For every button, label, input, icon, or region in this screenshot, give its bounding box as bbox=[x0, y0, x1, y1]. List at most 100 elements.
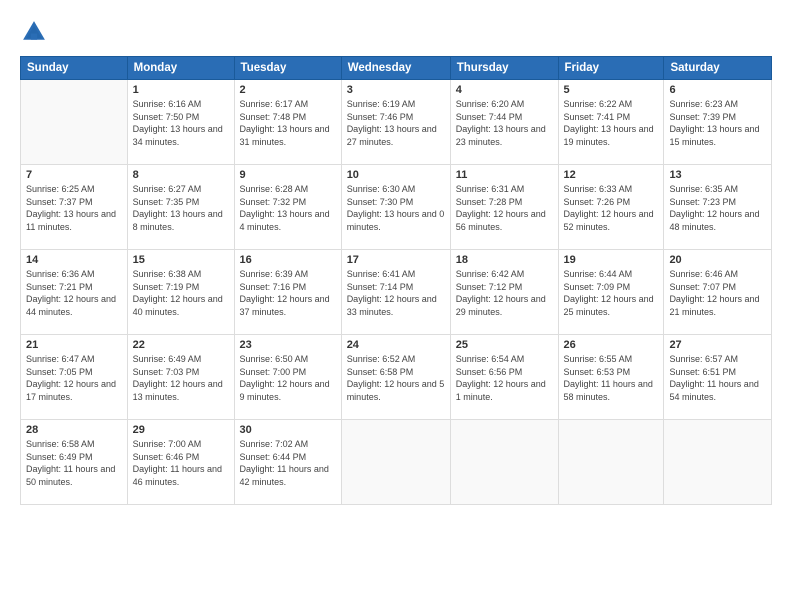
weekday-header: Thursday bbox=[450, 57, 558, 80]
weekday-header: Saturday bbox=[664, 57, 772, 80]
day-number: 3 bbox=[347, 84, 445, 96]
calendar-day-cell: 17 Sunrise: 6:41 AMSunset: 7:14 PMDayligh… bbox=[341, 250, 450, 335]
day-number: 13 bbox=[669, 169, 766, 181]
day-number: 17 bbox=[347, 254, 445, 266]
day-number: 10 bbox=[347, 169, 445, 181]
day-info: Sunrise: 6:35 AMSunset: 7:23 PMDaylight:… bbox=[669, 183, 766, 233]
day-info: Sunrise: 6:16 AMSunset: 7:50 PMDaylight:… bbox=[133, 98, 229, 148]
day-number: 16 bbox=[240, 254, 336, 266]
calendar-day-cell: 2 Sunrise: 6:17 AMSunset: 7:48 PMDaylight… bbox=[234, 80, 341, 165]
calendar-day-cell: 25 Sunrise: 6:54 AMSunset: 6:56 PMDayligh… bbox=[450, 335, 558, 420]
day-info: Sunrise: 6:58 AMSunset: 6:49 PMDaylight:… bbox=[26, 438, 122, 488]
weekday-header: Friday bbox=[558, 57, 664, 80]
calendar-day-cell: 21 Sunrise: 6:47 AMSunset: 7:05 PMDayligh… bbox=[21, 335, 128, 420]
calendar-day-cell: 13 Sunrise: 6:35 AMSunset: 7:23 PMDayligh… bbox=[664, 165, 772, 250]
calendar-day-cell: 8 Sunrise: 6:27 AMSunset: 7:35 PMDaylight… bbox=[127, 165, 234, 250]
day-info: Sunrise: 6:17 AMSunset: 7:48 PMDaylight:… bbox=[240, 98, 336, 148]
calendar-day-cell: 6Sunrise: 6:23 AMSunset: 7:39 PMDaylight… bbox=[664, 80, 772, 165]
calendar-day-cell bbox=[21, 80, 128, 165]
day-number: 8 bbox=[133, 169, 229, 181]
calendar-day-cell: 3 Sunrise: 6:19 AMSunset: 7:46 PMDaylight… bbox=[341, 80, 450, 165]
day-info: Sunrise: 6:31 AMSunset: 7:28 PMDaylight:… bbox=[456, 183, 553, 233]
weekday-header: Wednesday bbox=[341, 57, 450, 80]
calendar-day-cell bbox=[450, 420, 558, 505]
calendar-week-row: 28 Sunrise: 6:58 AMSunset: 6:49 PMDayligh… bbox=[21, 420, 772, 505]
calendar-day-cell: 5Sunrise: 6:22 AMSunset: 7:41 PMDaylight… bbox=[558, 80, 664, 165]
day-number: 7 bbox=[26, 169, 122, 181]
day-info: Sunrise: 6:19 AMSunset: 7:46 PMDaylight:… bbox=[347, 98, 445, 148]
day-number: 26 bbox=[564, 339, 659, 351]
day-info: Sunrise: 6:30 AMSunset: 7:30 PMDaylight:… bbox=[347, 183, 445, 233]
calendar-day-cell: 19 Sunrise: 6:44 AMSunset: 7:09 PMDayligh… bbox=[558, 250, 664, 335]
calendar-day-cell: 1 Sunrise: 6:16 AMSunset: 7:50 PMDaylight… bbox=[127, 80, 234, 165]
calendar-week-row: 1 Sunrise: 6:16 AMSunset: 7:50 PMDaylight… bbox=[21, 80, 772, 165]
day-info: Sunrise: 6:49 AMSunset: 7:03 PMDaylight:… bbox=[133, 353, 229, 403]
weekday-header: Sunday bbox=[21, 57, 128, 80]
day-info: Sunrise: 6:42 AMSunset: 7:12 PMDaylight:… bbox=[456, 268, 553, 318]
calendar-day-cell: 4 Sunrise: 6:20 AMSunset: 7:44 PMDaylight… bbox=[450, 80, 558, 165]
calendar-day-cell: 7Sunrise: 6:25 AMSunset: 7:37 PMDaylight… bbox=[21, 165, 128, 250]
calendar-header-row: SundayMondayTuesdayWednesdayThursdayFrid… bbox=[21, 57, 772, 80]
page: SundayMondayTuesdayWednesdayThursdayFrid… bbox=[0, 0, 792, 612]
day-info: Sunrise: 6:50 AMSunset: 7:00 PMDaylight:… bbox=[240, 353, 336, 403]
calendar-day-cell: 23 Sunrise: 6:50 AMSunset: 7:00 PMDayligh… bbox=[234, 335, 341, 420]
day-number: 23 bbox=[240, 339, 336, 351]
day-info: Sunrise: 6:27 AMSunset: 7:35 PMDaylight:… bbox=[133, 183, 229, 233]
calendar-day-cell: 20 Sunrise: 6:46 AMSunset: 7:07 PMDayligh… bbox=[664, 250, 772, 335]
day-number: 19 bbox=[564, 254, 659, 266]
day-info: Sunrise: 6:33 AMSunset: 7:26 PMDaylight:… bbox=[564, 183, 659, 233]
calendar-day-cell: 10 Sunrise: 6:30 AMSunset: 7:30 PMDayligh… bbox=[341, 165, 450, 250]
calendar-day-cell: 26Sunrise: 6:55 AMSunset: 6:53 PMDayligh… bbox=[558, 335, 664, 420]
day-info: Sunrise: 6:47 AMSunset: 7:05 PMDaylight:… bbox=[26, 353, 122, 403]
weekday-header: Tuesday bbox=[234, 57, 341, 80]
calendar-day-cell bbox=[664, 420, 772, 505]
calendar-week-row: 21 Sunrise: 6:47 AMSunset: 7:05 PMDayligh… bbox=[21, 335, 772, 420]
logo-icon bbox=[20, 18, 48, 46]
day-number: 4 bbox=[456, 84, 553, 96]
day-number: 1 bbox=[133, 84, 229, 96]
day-number: 15 bbox=[133, 254, 229, 266]
day-number: 22 bbox=[133, 339, 229, 351]
day-info: Sunrise: 6:41 AMSunset: 7:14 PMDaylight:… bbox=[347, 268, 445, 318]
day-info: Sunrise: 6:54 AMSunset: 6:56 PMDaylight:… bbox=[456, 353, 553, 403]
day-number: 25 bbox=[456, 339, 553, 351]
day-info: Sunrise: 7:00 AMSunset: 6:46 PMDaylight:… bbox=[133, 438, 229, 488]
day-number: 9 bbox=[240, 169, 336, 181]
day-number: 27 bbox=[669, 339, 766, 351]
day-info: Sunrise: 6:52 AMSunset: 6:58 PMDaylight:… bbox=[347, 353, 445, 403]
day-info: Sunrise: 6:46 AMSunset: 7:07 PMDaylight:… bbox=[669, 268, 766, 318]
day-number: 2 bbox=[240, 84, 336, 96]
calendar-week-row: 14Sunrise: 6:36 AMSunset: 7:21 PMDayligh… bbox=[21, 250, 772, 335]
day-number: 29 bbox=[133, 424, 229, 436]
calendar-table: SundayMondayTuesdayWednesdayThursdayFrid… bbox=[20, 56, 772, 505]
day-info: Sunrise: 6:44 AMSunset: 7:09 PMDaylight:… bbox=[564, 268, 659, 318]
calendar-day-cell: 27 Sunrise: 6:57 AMSunset: 6:51 PMDayligh… bbox=[664, 335, 772, 420]
calendar-week-row: 7Sunrise: 6:25 AMSunset: 7:37 PMDaylight… bbox=[21, 165, 772, 250]
day-info: Sunrise: 6:23 AMSunset: 7:39 PMDaylight:… bbox=[669, 98, 766, 148]
day-info: Sunrise: 6:39 AMSunset: 7:16 PMDaylight:… bbox=[240, 268, 336, 318]
calendar-day-cell: 12 Sunrise: 6:33 AMSunset: 7:26 PMDayligh… bbox=[558, 165, 664, 250]
day-info: Sunrise: 6:20 AMSunset: 7:44 PMDaylight:… bbox=[456, 98, 553, 148]
calendar-day-cell: 14Sunrise: 6:36 AMSunset: 7:21 PMDayligh… bbox=[21, 250, 128, 335]
logo bbox=[20, 18, 52, 46]
calendar-day-cell: 9 Sunrise: 6:28 AMSunset: 7:32 PMDaylight… bbox=[234, 165, 341, 250]
day-number: 18 bbox=[456, 254, 553, 266]
calendar-day-cell bbox=[341, 420, 450, 505]
day-number: 24 bbox=[347, 339, 445, 351]
calendar-day-cell: 29 Sunrise: 7:00 AMSunset: 6:46 PMDayligh… bbox=[127, 420, 234, 505]
calendar-day-cell: 22 Sunrise: 6:49 AMSunset: 7:03 PMDayligh… bbox=[127, 335, 234, 420]
day-number: 12 bbox=[564, 169, 659, 181]
weekday-header: Monday bbox=[127, 57, 234, 80]
day-number: 5 bbox=[564, 84, 659, 96]
day-info: Sunrise: 7:02 AMSunset: 6:44 PMDaylight:… bbox=[240, 438, 336, 488]
header bbox=[20, 18, 772, 46]
day-info: Sunrise: 6:57 AMSunset: 6:51 PMDaylight:… bbox=[669, 353, 766, 403]
calendar-day-cell: 30 Sunrise: 7:02 AMSunset: 6:44 PMDayligh… bbox=[234, 420, 341, 505]
day-info: Sunrise: 6:38 AMSunset: 7:19 PMDaylight:… bbox=[133, 268, 229, 318]
day-info: Sunrise: 6:28 AMSunset: 7:32 PMDaylight:… bbox=[240, 183, 336, 233]
day-number: 28 bbox=[26, 424, 122, 436]
calendar-day-cell: 11Sunrise: 6:31 AMSunset: 7:28 PMDayligh… bbox=[450, 165, 558, 250]
day-number: 20 bbox=[669, 254, 766, 266]
day-number: 21 bbox=[26, 339, 122, 351]
day-number: 30 bbox=[240, 424, 336, 436]
